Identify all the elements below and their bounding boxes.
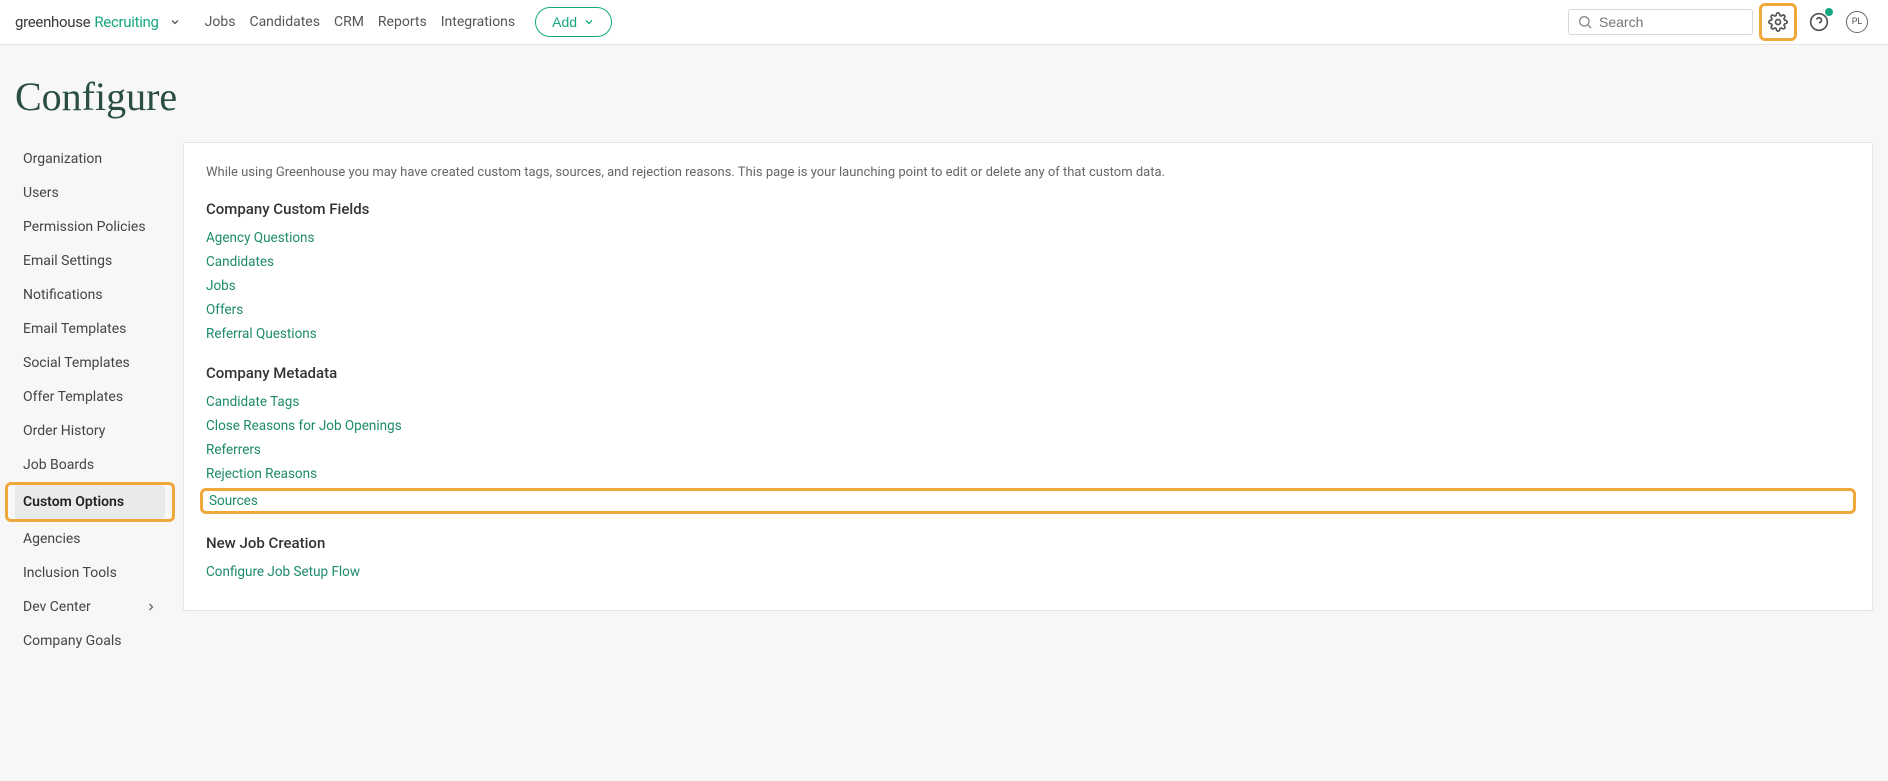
user-avatar-button[interactable]: PL	[1841, 6, 1873, 38]
chevron-right-icon	[145, 601, 157, 613]
add-button-label: Add	[552, 14, 577, 30]
sidebar-item-inclusion-tools[interactable]: Inclusion Tools	[15, 556, 165, 590]
link-agency-questions[interactable]: Agency Questions	[206, 230, 1850, 246]
link-list-custom-fields: Agency Questions Candidates Jobs Offers …	[206, 230, 1850, 342]
link-referrers[interactable]: Referrers	[206, 442, 1850, 458]
main-panel: While using Greenhouse you may have crea…	[183, 142, 1873, 611]
chevron-down-icon	[583, 16, 595, 28]
brand[interactable]: greenhouse Recruiting	[15, 13, 181, 31]
sidebar-item-custom-options[interactable]: Custom Options	[15, 485, 165, 519]
sidebar-item-dev-center[interactable]: Dev Center	[15, 590, 165, 624]
sidebar-item-agencies[interactable]: Agencies	[15, 522, 165, 556]
content-wrap: Organization Users Permission Policies E…	[0, 142, 1888, 698]
sidebar-item-order-history[interactable]: Order History	[15, 414, 165, 448]
nav-jobs[interactable]: Jobs	[205, 14, 236, 30]
page-title: Configure	[0, 45, 1888, 142]
sidebar-item-job-boards[interactable]: Job Boards	[15, 448, 165, 482]
brand-text-recruiting: Recruiting	[94, 13, 158, 31]
sidebar-item-organization[interactable]: Organization	[15, 142, 165, 176]
link-list-company-metadata: Candidate Tags Close Reasons for Job Ope…	[206, 394, 1850, 512]
link-candidate-tags[interactable]: Candidate Tags	[206, 394, 1850, 410]
sidebar-item-users[interactable]: Users	[15, 176, 165, 210]
avatar-initials: PL	[1852, 17, 1863, 27]
nav-reports[interactable]: Reports	[378, 14, 427, 30]
top-nav: Jobs Candidates CRM Reports Integrations	[205, 14, 515, 30]
link-sources[interactable]: Sources	[209, 493, 258, 509]
search-input[interactable]	[1599, 14, 1744, 30]
top-bar: greenhouse Recruiting Jobs Candidates CR…	[0, 0, 1888, 45]
link-configure-job-setup-flow[interactable]: Configure Job Setup Flow	[206, 564, 1850, 580]
sidebar-item-company-goals[interactable]: Company Goals	[15, 624, 165, 658]
intro-text: While using Greenhouse you may have crea…	[206, 165, 1850, 180]
link-rejection-reasons[interactable]: Rejection Reasons	[206, 466, 1850, 482]
nav-candidates[interactable]: Candidates	[249, 14, 320, 30]
sidebar-item-social-templates[interactable]: Social Templates	[15, 346, 165, 380]
link-offers[interactable]: Offers	[206, 302, 1850, 318]
sidebar-item-label: Dev Center	[23, 599, 91, 615]
notification-dot	[1825, 8, 1833, 16]
sidebar: Organization Users Permission Policies E…	[15, 142, 165, 658]
link-close-reasons[interactable]: Close Reasons for Job Openings	[206, 418, 1850, 434]
nav-crm[interactable]: CRM	[334, 14, 364, 30]
gear-icon	[1768, 12, 1788, 32]
link-referral-questions[interactable]: Referral Questions	[206, 326, 1850, 342]
link-candidates[interactable]: Candidates	[206, 254, 1850, 270]
chevron-down-icon[interactable]	[169, 16, 181, 28]
sidebar-item-permission-policies[interactable]: Permission Policies	[15, 210, 165, 244]
sidebar-item-email-settings[interactable]: Email Settings	[15, 244, 165, 278]
section-title-custom-fields: Company Custom Fields	[206, 200, 1850, 218]
sidebar-item-notifications[interactable]: Notifications	[15, 278, 165, 312]
brand-text-greenhouse: greenhouse	[15, 13, 90, 31]
section-title-new-job-creation: New Job Creation	[206, 534, 1850, 552]
nav-integrations[interactable]: Integrations	[441, 14, 515, 30]
link-list-new-job-creation: Configure Job Setup Flow	[206, 564, 1850, 580]
sidebar-item-email-templates[interactable]: Email Templates	[15, 312, 165, 346]
section-title-company-metadata: Company Metadata	[206, 364, 1850, 382]
sidebar-item-offer-templates[interactable]: Offer Templates	[15, 380, 165, 414]
add-button[interactable]: Add	[535, 7, 612, 37]
search-wrap[interactable]	[1568, 9, 1753, 35]
link-jobs[interactable]: Jobs	[206, 278, 1850, 294]
avatar: PL	[1846, 11, 1868, 33]
link-highlight-sources: Sources	[200, 488, 1856, 514]
search-icon	[1577, 14, 1593, 30]
help-button[interactable]	[1803, 6, 1835, 38]
sidebar-highlight: Custom Options	[5, 482, 175, 522]
settings-button[interactable]	[1759, 3, 1797, 41]
